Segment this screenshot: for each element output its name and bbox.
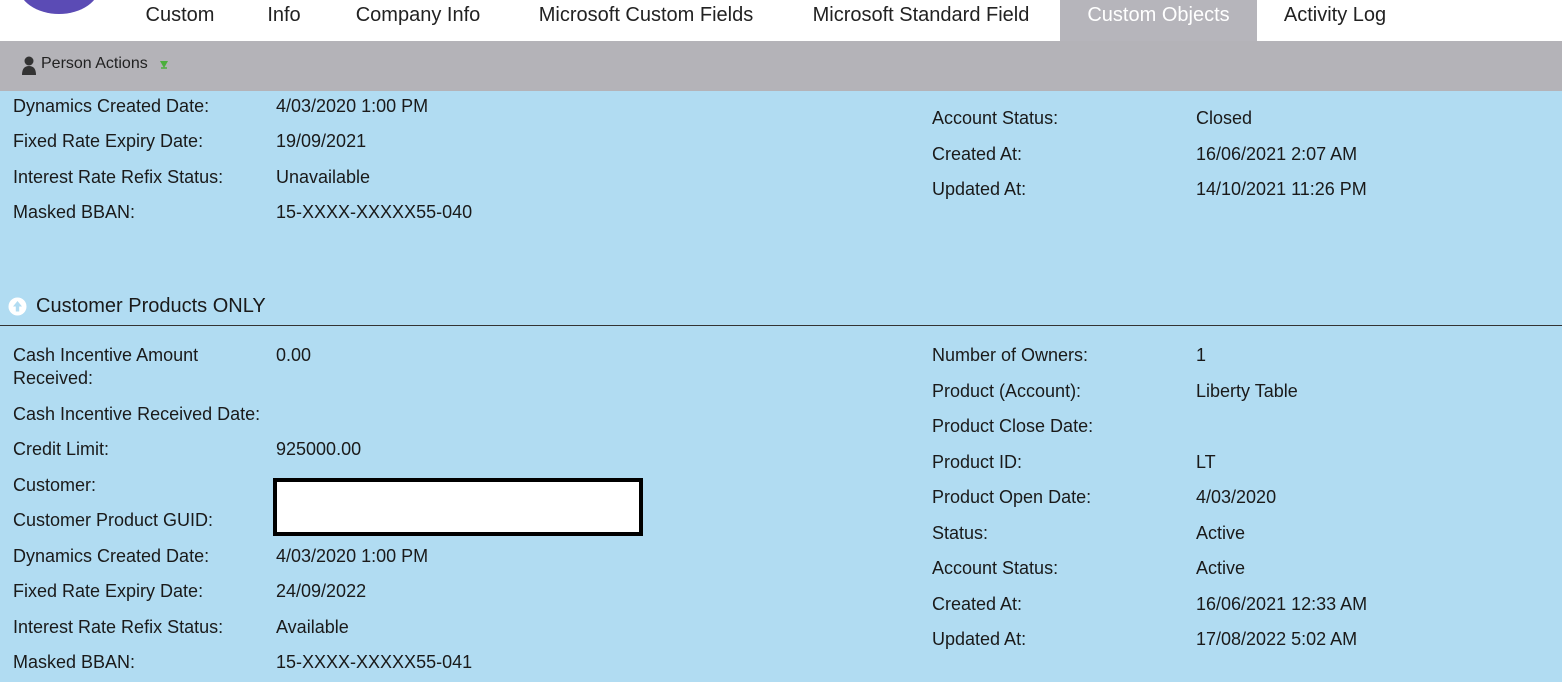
section-divider: [0, 325, 1562, 326]
field-value: Closed: [1196, 108, 1253, 128]
field-label: Cash Incentive Amount Received:: [13, 345, 199, 388]
action-bar: [0, 41, 1562, 91]
field-label: Interest Rate Refix Status:: [13, 617, 224, 637]
field-label: Updated At:: [932, 629, 1027, 649]
field-value: 4/03/2020: [1196, 487, 1277, 507]
field-value: Unavailable: [276, 167, 371, 187]
field-label: Masked BBAN:: [13, 652, 136, 672]
tab-activity-log[interactable]: Activity Log: [1268, 0, 1402, 41]
tab-custom-objects[interactable]: Custom Objects: [1060, 0, 1257, 41]
field-value: Available: [276, 617, 349, 637]
field-label: Customer Product GUID:: [13, 510, 214, 530]
caret-down-icon[interactable]: [159, 59, 169, 71]
tab-company-info[interactable]: Company Info: [338, 0, 498, 41]
field-label: Created At:: [932, 594, 1023, 614]
field-value: 4/03/2020 1:00 PM: [276, 96, 429, 116]
field-label: Interest Rate Refix Status:: [13, 167, 224, 187]
field-label: Account Status:: [932, 108, 1059, 128]
field-label: Masked BBAN:: [13, 202, 136, 222]
field-label: Dynamics Created Date:: [13, 96, 210, 116]
field-label: Product ID:: [932, 452, 1023, 472]
field-value: 17/08/2022 5:02 AM: [1196, 629, 1358, 649]
collapse-up-icon[interactable]: [8, 297, 27, 316]
field-label: Updated At:: [932, 179, 1027, 199]
tab-microsoft-custom-fields[interactable]: Microsoft Custom Fields: [520, 0, 772, 41]
field-value: 15-XXXX-XXXXX55-040: [276, 202, 473, 222]
field-value: Active: [1196, 558, 1246, 578]
field-value: LT: [1196, 452, 1216, 472]
field-value: 1: [1196, 345, 1207, 365]
field-value: Liberty Table: [1196, 381, 1298, 401]
field-label: Cash Incentive Received Date:: [13, 404, 261, 424]
field-label: Product (Account):: [932, 381, 1082, 401]
field-label: Dynamics Created Date:: [13, 546, 210, 566]
field-value: 15-XXXX-XXXXX55-041: [276, 652, 473, 672]
person-actions-menu[interactable]: Person Actions: [41, 55, 148, 73]
field-value: 16/06/2021 12:33 AM: [1196, 594, 1368, 614]
field-label: Product Close Date:: [932, 416, 1094, 436]
field-label: Product Open Date:: [932, 487, 1092, 507]
field-value: 14/10/2021 11:26 PM: [1196, 179, 1367, 199]
field-value: 19/09/2021: [276, 131, 367, 151]
field-label: Fixed Rate Expiry Date:: [13, 131, 204, 151]
field-value: 4/03/2020 1:00 PM: [276, 546, 429, 566]
person-icon: [22, 56, 36, 75]
field-value: 24/09/2022: [276, 581, 367, 601]
tab-custom[interactable]: Custom: [130, 0, 230, 41]
field-label: Customer:: [13, 475, 97, 495]
field-label: Created At:: [932, 144, 1023, 164]
tab-microsoft-standard-field[interactable]: Microsoft Standard Field: [794, 0, 1048, 41]
section-title: Customer Products ONLY: [36, 295, 266, 317]
field-label: Status:: [932, 523, 989, 543]
field-label: Fixed Rate Expiry Date:: [13, 581, 204, 601]
field-value: 16/06/2021 2:07 AM: [1196, 144, 1358, 164]
field-value: Active: [1196, 523, 1246, 543]
tab-info[interactable]: Info: [252, 0, 316, 41]
redaction-box: [273, 478, 643, 536]
tab-bar: Custom Info Company Info Microsoft Custo…: [0, 0, 1562, 41]
field-value: 0.00: [276, 345, 312, 365]
field-value: 925000.00: [276, 439, 362, 459]
field-label: Number of Owners:: [932, 345, 1089, 365]
field-label: Credit Limit:: [13, 439, 110, 459]
logo: [18, 0, 100, 14]
field-label: Account Status:: [932, 558, 1059, 578]
